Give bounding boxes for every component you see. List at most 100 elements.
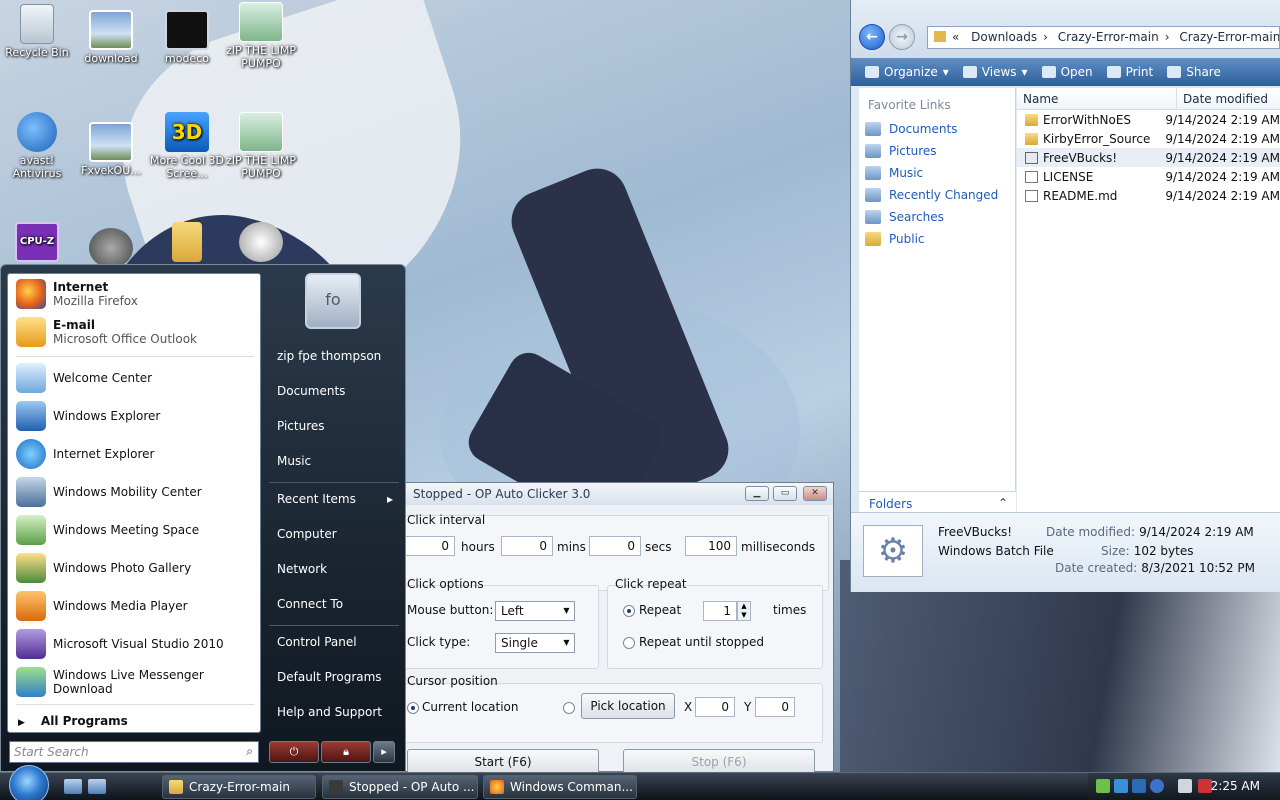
repeat-until-stopped-radio[interactable] xyxy=(623,637,635,649)
link-default-programs[interactable]: Default Programs xyxy=(277,670,382,684)
file-row[interactable]: KirbyError_Source 9/14/2024 2:19 AM xyxy=(1017,129,1280,148)
check-icon[interactable] xyxy=(1096,779,1110,793)
repeat-count-input[interactable]: 1 xyxy=(703,601,737,621)
click-repeat-label: Click repeat xyxy=(615,577,687,591)
views-button[interactable]: Views ▾ xyxy=(962,65,1028,79)
desktop-icon-folder[interactable] xyxy=(150,222,224,264)
pick-location-radio[interactable] xyxy=(563,702,575,714)
network-icon[interactable] xyxy=(1114,779,1128,793)
pinned-internet[interactable]: Internet Mozilla Firefox xyxy=(12,276,256,312)
program-internet-explorer[interactable]: Internet Explorer xyxy=(12,436,256,472)
desktop-icon-avast[interactable]: avast! Antivirus xyxy=(0,112,74,180)
task-explorer[interactable]: Crazy-Error-main xyxy=(162,775,316,799)
program-meeting-space[interactable]: Windows Meeting Space xyxy=(12,512,256,548)
fav-documents[interactable]: Documents xyxy=(859,118,1015,140)
click-type-select[interactable]: Single ▼ xyxy=(495,633,575,653)
organize-button[interactable]: Organize ▾ xyxy=(865,65,949,79)
avatar[interactable]: fo xyxy=(305,273,361,329)
link-help-support[interactable]: Help and Support xyxy=(277,705,382,719)
forward-arrow-icon[interactable]: → xyxy=(889,24,915,50)
program-windows-explorer[interactable]: Windows Explorer xyxy=(12,398,256,434)
task-command[interactable]: Windows Comman... xyxy=(483,775,637,799)
folder-icon xyxy=(172,222,202,262)
breadcrumb-crazy-error-main[interactable]: Crazy-Error-main xyxy=(1058,30,1159,44)
link-recent-items[interactable]: Recent Items ▸ xyxy=(277,492,393,506)
x-coordinate-input[interactable]: 0 xyxy=(695,697,735,717)
program-photo-gallery[interactable]: Windows Photo Gallery xyxy=(12,550,256,586)
pinned-email[interactable]: E-mail Microsoft Office Outlook xyxy=(12,314,256,350)
link-documents[interactable]: Documents xyxy=(277,384,345,398)
desktop-icon-app[interactable] xyxy=(224,222,298,264)
program-live-messenger[interactable]: Windows Live Messenger Download xyxy=(12,664,256,700)
mouse-button-select[interactable]: Left ▼ xyxy=(495,601,575,621)
minimize-button[interactable]: ▁ xyxy=(745,486,769,501)
mins-input[interactable]: 0 xyxy=(501,536,553,556)
column-date-modified[interactable]: Date modified xyxy=(1177,88,1274,109)
file-row[interactable]: README.md 9/14/2024 2:19 AM xyxy=(1017,186,1280,205)
fav-music[interactable]: Music xyxy=(859,162,1015,184)
back-arrow-icon[interactable]: ← xyxy=(859,24,885,50)
hours-input[interactable]: 0 xyxy=(403,536,455,556)
fav-recently-changed[interactable]: Recently Changed xyxy=(859,184,1015,206)
desktop-icon-3d-screensaver[interactable]: 3D More Cool 3D Scree... xyxy=(150,112,224,180)
globe-icon[interactable] xyxy=(1150,779,1164,793)
breadcrumb-downloads[interactable]: Downloads xyxy=(971,30,1037,44)
file-row[interactable]: LICENSE 9/14/2024 2:19 AM xyxy=(1017,167,1280,186)
window-titlebar[interactable]: Stopped - OP Auto Clicker 3.0 ▁ ▭ ✕ xyxy=(405,483,833,505)
lock-button[interactable]: 🔒︎ xyxy=(321,741,371,763)
fav-pictures[interactable]: Pictures xyxy=(859,140,1015,162)
all-programs-button[interactable]: ▶ All Programs xyxy=(18,714,128,728)
show-desktop-icon[interactable] xyxy=(64,779,82,794)
desktop-icon-recycle-bin[interactable]: Recycle Bin xyxy=(0,4,74,59)
address-overflow[interactable]: « xyxy=(952,30,959,44)
program-welcome-center[interactable]: Welcome Center xyxy=(12,360,256,396)
shutdown-options-button[interactable]: ▸ xyxy=(373,741,395,763)
desktop-icon-cpuz[interactable]: CPU-Z xyxy=(0,222,74,264)
desktop-icon-download[interactable]: download xyxy=(74,10,148,65)
desktop-icon-modeco[interactable]: modeco xyxy=(150,10,224,65)
fav-searches[interactable]: Searches xyxy=(859,206,1015,228)
search-placeholder: Start Search xyxy=(14,745,89,759)
repeat-radio[interactable] xyxy=(623,605,635,617)
breadcrumb-crazy-error-main-2[interactable]: Crazy-Error-main xyxy=(1179,30,1279,44)
link-computer[interactable]: Computer xyxy=(277,527,337,541)
link-pictures[interactable]: Pictures xyxy=(277,419,325,433)
link-network[interactable]: Network xyxy=(277,562,327,576)
open-button[interactable]: Open xyxy=(1041,65,1093,79)
address-bar[interactable]: « Downloads › Crazy-Error-main › Crazy-Err… xyxy=(927,26,1280,49)
column-name[interactable]: Name xyxy=(1017,88,1177,109)
clock[interactable]: 2:25 AM xyxy=(1211,779,1260,793)
program-visual-studio[interactable]: Microsoft Visual Studio 2010 xyxy=(12,626,256,662)
user-name-link[interactable]: zip fpe thompson xyxy=(277,349,381,363)
start-orb-button[interactable] xyxy=(9,765,49,800)
y-coordinate-input[interactable]: 0 xyxy=(755,697,795,717)
share-button[interactable]: Share xyxy=(1167,65,1221,79)
firefox-icon xyxy=(16,279,46,309)
desktop-icon-zip-pumpo[interactable]: zIP THE LIMP PUMPO xyxy=(224,2,298,70)
desktop-icon-fxvek[interactable]: FxvekOU... xyxy=(74,122,148,177)
secs-input[interactable]: 0 xyxy=(589,536,641,556)
power-button[interactable]: ⏻ xyxy=(269,741,319,763)
pinned-title: Internet xyxy=(53,280,109,294)
start-search-input[interactable]: Start Search ⌕ xyxy=(9,741,259,763)
pick-location-button[interactable]: Pick location xyxy=(581,693,675,719)
info-icon[interactable] xyxy=(1132,779,1146,793)
task-auto-clicker[interactable]: Stopped - OP Auto ... xyxy=(322,775,478,799)
fav-public[interactable]: Public xyxy=(859,228,1015,250)
maximize-button[interactable]: ▭ xyxy=(773,486,797,501)
repeat-spinner[interactable]: ▲ ▼ xyxy=(737,601,751,621)
print-button[interactable]: Print xyxy=(1106,65,1153,79)
program-mobility-center[interactable]: Windows Mobility Center xyxy=(12,474,256,510)
link-control-panel[interactable]: Control Panel xyxy=(277,635,357,649)
monitor-icon[interactable] xyxy=(1178,779,1192,793)
desktop-icon-zip-pumpo-2[interactable]: zIP THE LIMP PUMPO xyxy=(224,112,298,180)
close-button[interactable]: ✕ xyxy=(803,486,827,501)
file-row-selected[interactable]: FreeVBucks! 9/14/2024 2:19 AM xyxy=(1017,148,1280,167)
file-row[interactable]: ErrorWithNoES 9/14/2024 2:19 AM xyxy=(1017,110,1280,129)
current-location-radio[interactable] xyxy=(407,702,419,714)
link-connect-to[interactable]: Connect To xyxy=(277,597,343,611)
program-media-player[interactable]: Windows Media Player xyxy=(12,588,256,624)
link-music[interactable]: Music xyxy=(277,454,311,468)
milliseconds-input[interactable]: 100 xyxy=(685,536,737,556)
switch-windows-icon[interactable] xyxy=(88,779,106,794)
